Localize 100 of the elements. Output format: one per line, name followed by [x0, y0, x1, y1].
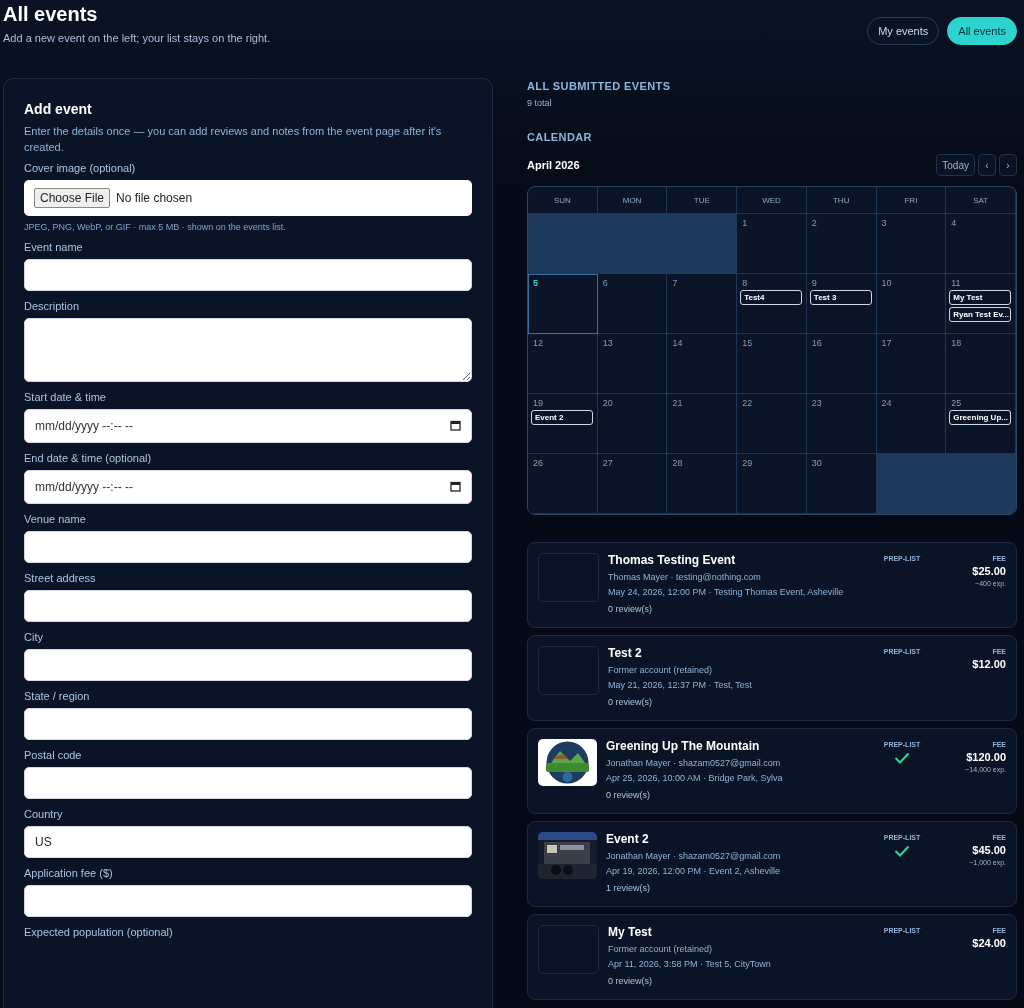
calendar-icon[interactable] [450, 420, 461, 431]
calendar-event[interactable]: Ryan Test Ev... [949, 307, 1012, 322]
text-input[interactable] [24, 767, 472, 799]
calendar-day[interactable]: 2 [806, 214, 877, 274]
event-when: May 24, 2026, 12:00 PM · Testing Thomas Event, Asheville [608, 586, 845, 599]
field-label: State / region [24, 690, 91, 702]
calendar-day[interactable]: 7 [667, 274, 738, 334]
fee-amount: $25.00 [972, 565, 1006, 577]
calendar-day[interactable]: 5 [528, 274, 598, 334]
day-number: 3 [881, 218, 887, 228]
day-number: 22 [742, 398, 753, 408]
field-label: Postal code [24, 749, 83, 761]
calendar-day[interactable]: 17 [876, 334, 947, 394]
calendar-day[interactable]: 9 Test 3 [806, 274, 877, 334]
calendar-day[interactable]: 19 Event 2 [528, 394, 598, 454]
day-number: 12 [533, 338, 543, 348]
calendar-day[interactable]: 24 [876, 394, 947, 454]
day-number: 24 [881, 398, 892, 408]
panel-intro: Enter the details once — you can add reviews and notes from the event page after it's created. [24, 124, 443, 155]
description-input[interactable] [24, 318, 472, 382]
calendar-day[interactable]: 8 Test4 [737, 274, 807, 334]
calendar-day[interactable]: 4 [946, 214, 1016, 274]
fee-amount: $12.00 [972, 658, 1006, 670]
calendar-day[interactable]: 6 [597, 274, 668, 334]
text-input[interactable] [24, 590, 472, 622]
event-title: Greening Up The Mountain [606, 739, 761, 753]
datetime-input[interactable]: mm/dd/yyyy --:-- -- [24, 470, 472, 504]
calendar-day[interactable]: 10 [876, 274, 947, 334]
panel-title: Add event [24, 101, 93, 117]
next-month-button[interactable]: › [999, 154, 1017, 176]
field-label: Description [24, 300, 81, 312]
datetime-input[interactable]: mm/dd/yyyy --:-- -- [24, 409, 472, 443]
calendar-icon[interactable] [450, 481, 461, 492]
event-owner: Jonathan Mayer · shazam0527@gmail.com [606, 850, 782, 863]
calendar-event[interactable]: Test4 [740, 290, 803, 305]
day-number: 19 [533, 398, 543, 408]
event-when: Apr 25, 2026, 10:00 AM · Bridge Park, Sylva [606, 772, 784, 785]
event-owner: Thomas Mayer · testing@nothing.com [608, 571, 762, 584]
field-label: Start date & time [24, 391, 107, 403]
calendar-day[interactable]: 23 [806, 394, 877, 454]
calendar-day[interactable]: 15 [737, 334, 807, 394]
calendar-day[interactable]: 14 [667, 334, 738, 394]
field-label: Street address [24, 572, 97, 584]
calendar-day[interactable]: 29 [737, 454, 807, 514]
event-when: Apr 11, 2026, 3:58 PM · Test 5, CityTown [608, 958, 772, 971]
day-number: 1 [742, 218, 748, 228]
review-count: 0 review(s) [608, 975, 653, 988]
day-number: 10 [881, 278, 892, 288]
day-number: 2 [811, 218, 817, 228]
calendar-day[interactable]: 22 [737, 394, 807, 454]
calendar-day[interactable]: 25 Greening Up... [946, 394, 1016, 454]
section-heading: ALL SUBMITTED EVENTS [527, 80, 672, 92]
review-count: 0 review(s) [608, 603, 653, 616]
calendar-day[interactable]: 12 [528, 334, 598, 394]
calendar-day[interactable]: 28 [667, 454, 738, 514]
calendar-day[interactable]: 21 [667, 394, 738, 454]
calendar-day[interactable]: 11 My Test Ryan Test Ev... [946, 274, 1016, 334]
text-input[interactable] [24, 708, 472, 740]
day-number: 5 [533, 278, 538, 288]
event-title: My Test [608, 925, 653, 939]
fee-amount: $120.00 [966, 751, 1006, 763]
field-label: Cover image (optional) [24, 162, 137, 174]
text-input[interactable] [24, 649, 472, 681]
calendar-day[interactable]: 3 [876, 214, 947, 274]
calendar-day[interactable]: 1 [737, 214, 807, 274]
event-title: Event 2 [606, 832, 650, 846]
field-label: Country [24, 808, 64, 820]
thumbnail-placeholder [538, 646, 599, 695]
day-number: 14 [672, 338, 683, 348]
file-input[interactable]: Choose File No file chosen [24, 180, 472, 216]
text-input[interactable] [24, 885, 472, 917]
day-number: 27 [602, 458, 613, 468]
view-tab[interactable]: My events [867, 17, 940, 45]
review-count: 0 review(s) [608, 696, 653, 709]
field-label: Event name [24, 241, 84, 253]
text-input[interactable]: US [24, 826, 472, 858]
calendar-event[interactable]: Event 2 [531, 410, 593, 425]
text-input[interactable] [24, 531, 472, 563]
day-number: 29 [742, 458, 753, 468]
thumbnail-placeholder [538, 925, 599, 974]
thumbnail-placeholder [538, 553, 599, 602]
view-tab[interactable]: All events [947, 17, 1017, 45]
today-button[interactable]: Today [936, 154, 975, 176]
calendar-event[interactable]: Test 3 [809, 290, 872, 305]
calendar-event[interactable]: Greening Up... [949, 410, 1012, 425]
text-input[interactable] [24, 259, 472, 291]
calendar-day[interactable]: 26 [528, 454, 598, 514]
calendar-day[interactable]: 27 [597, 454, 668, 514]
choose-file-button[interactable]: Choose File [34, 188, 111, 208]
calendar-event[interactable]: My Test [949, 290, 1012, 305]
calendar-day[interactable]: 16 [806, 334, 877, 394]
calendar-day[interactable]: 20 [597, 394, 668, 454]
calendar-day[interactable]: 13 [597, 334, 668, 394]
day-number: 21 [672, 398, 683, 408]
previous-month-button[interactable]: ‹ [978, 154, 996, 176]
event-owner: Former account (retained) [608, 943, 714, 956]
calendar-day[interactable]: 30 [806, 454, 877, 514]
day-number: 8 [742, 278, 748, 288]
calendar-day[interactable]: 18 [946, 334, 1016, 394]
fee-amount: $24.00 [972, 937, 1006, 949]
